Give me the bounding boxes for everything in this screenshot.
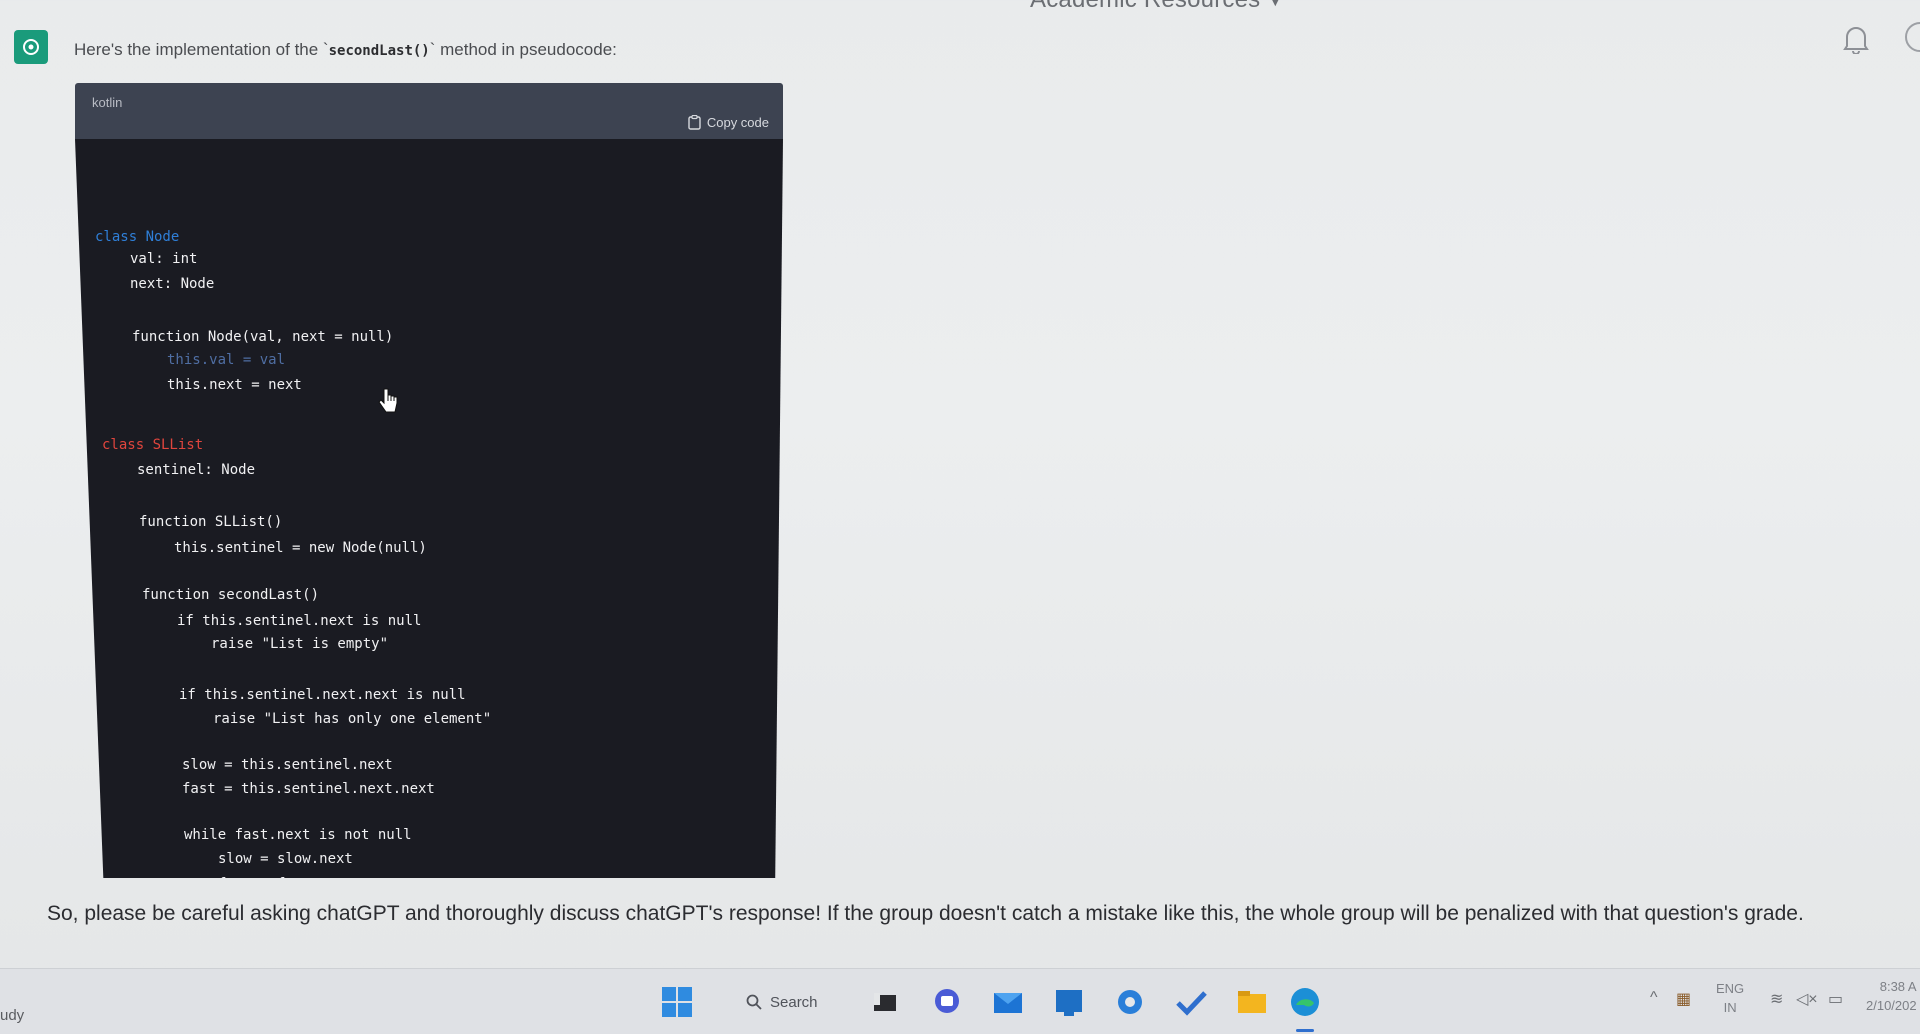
taskbar-left-text: udy [0,1007,25,1024]
taskbar-search[interactable]: Search [730,985,870,1019]
message-intro: Here's the implementation of the `second… [74,40,617,60]
clock-date: 2/10/202 [1866,998,1917,1013]
hand-cursor-icon [377,387,399,417]
code-line: function SLList() [139,514,283,530]
intro-prefix: Here's the implementation of the ` [74,40,329,59]
language-indicator[interactable]: ENG IN [1716,979,1744,1017]
code-body: class Node val: int next: Node function … [75,139,783,878]
store-icon[interactable] [1052,985,1086,1019]
search-icon [746,994,762,1010]
code-line: if this.sentinel.next.next is null [179,687,466,703]
chat-icon[interactable] [930,985,964,1019]
file-explorer-icon[interactable] [1235,985,1269,1019]
intro-code: secondLast() [328,43,430,59]
code-line-text: class Node [95,229,180,245]
copy-code-button[interactable]: Copy code [688,115,769,130]
code-line: function Node(val, next = null) [132,329,394,345]
language-bottom: IN [1723,1000,1737,1015]
mail-icon[interactable] [991,985,1025,1019]
language-top: ENG [1716,981,1745,996]
tray-app-icon[interactable]: ▦ [1676,989,1691,1009]
code-line: this.next = next [167,377,302,393]
settings-gear-icon[interactable] [1113,985,1147,1019]
code-line: raise "List has only one element" [213,711,492,727]
clock[interactable]: 8:38 A 2/10/202 [1866,977,1917,1015]
chatgpt-avatar [14,30,48,64]
copy-code-label: Copy code [706,115,769,130]
bell-icon[interactable] [1843,24,1869,55]
code-line: this.sentinel = new Node(null) [174,540,427,556]
code-block: kotlin Copy code class Node val: int nex… [75,83,783,878]
code-line: val: int [130,251,198,267]
code-line: if this.sentinel.next is null [177,613,422,629]
volume-muted-icon[interactable]: ◁× [1796,989,1818,1009]
taskbar: udy Search ^ ▦ ENG IN ≋ ◁× ▭ 8:38 A 2/10… [0,968,1920,1034]
chevron-down-icon: ▼ [1268,0,1283,9]
code-line: this.val = val [167,352,286,368]
closing-text: So, please be careful asking chatGPT and… [47,902,1804,925]
clock-time: 8:38 A [1879,979,1917,994]
code-line: next: Node [130,276,215,292]
code-language: kotlin [92,95,123,110]
code-line: fast = fast.next.next [218,876,396,892]
clipboard-icon [688,115,701,130]
code-line: function secondLast() [142,587,320,603]
edge-browser-icon[interactable] [1288,985,1322,1019]
code-line: raise "List is empty" [211,636,389,652]
code-line: fast = this.sentinel.next.next [182,781,435,797]
show-hidden-icons-chevron-icon[interactable]: ^ [1650,989,1658,1007]
academic-resources-menu[interactable]: Academic Resources ▼ [1030,0,1282,14]
search-label: Search [770,993,818,1011]
academic-resources-label: Academic Resources [1030,0,1260,13]
windows-start-icon[interactable] [660,985,694,1019]
code-line: slow = slow.next [218,851,353,867]
code-line: while fast.next is not null [184,827,412,843]
todo-check-icon[interactable] [1174,985,1208,1019]
code-line: slow = this.sentinel.next [182,757,393,773]
code-line: class Node [95,229,179,245]
code-header: kotlin Copy code [75,83,783,139]
wifi-icon[interactable]: ≋ [1770,989,1783,1009]
code-line: sentinel: Node [137,462,256,478]
active-app-indicator [1296,1029,1314,1032]
battery-icon[interactable]: ▭ [1828,989,1843,1009]
intro-suffix: ` method in pseudocode: [429,40,617,59]
task-view-icon[interactable] [868,985,902,1019]
code-line: class SLList [102,437,204,453]
profile-icon[interactable] [1905,22,1920,52]
